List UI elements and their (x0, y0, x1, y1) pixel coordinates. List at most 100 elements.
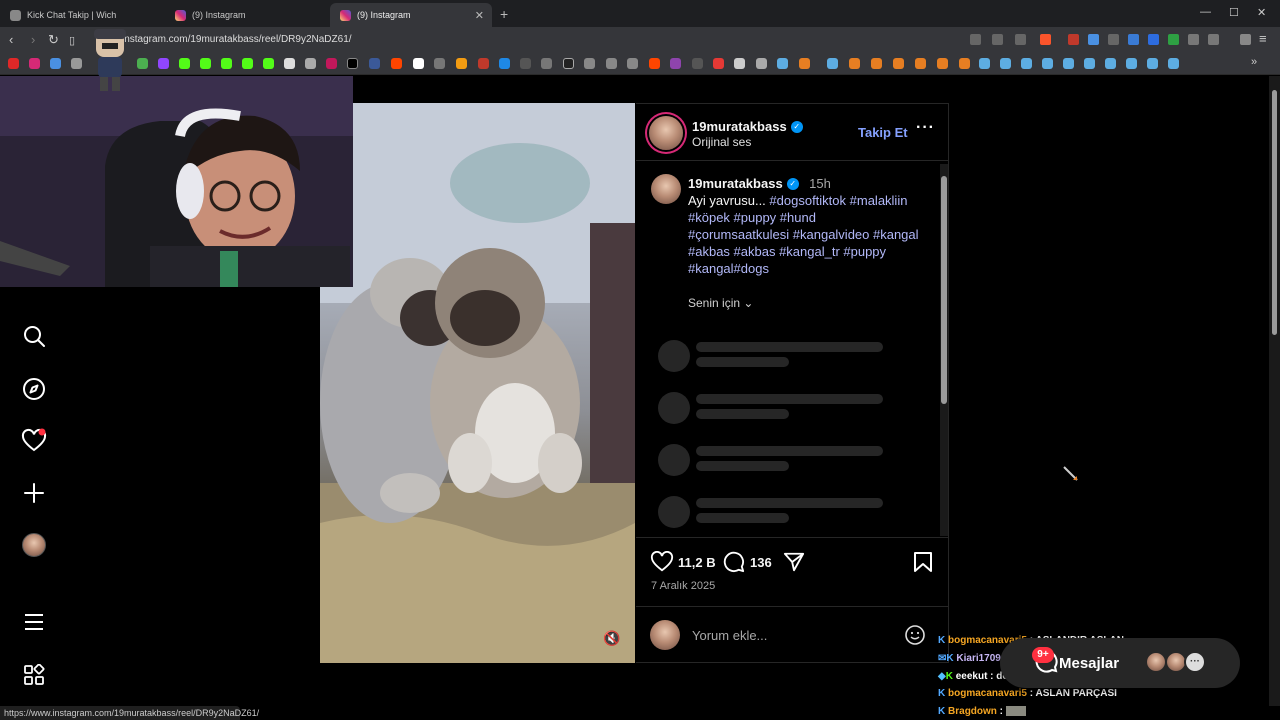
page-scrollbar-thumb[interactable] (1272, 90, 1277, 335)
comment-icon[interactable] (722, 551, 746, 578)
bookmark-icon[interactable] (937, 58, 948, 69)
bookmark-icon[interactable] (456, 58, 467, 69)
steam-bookmark-icon[interactable] (1105, 58, 1116, 69)
media-icon[interactable] (1240, 34, 1251, 45)
messages-button[interactable]: 9+ Mesajlar ··· (1000, 638, 1240, 688)
bookmark-icon[interactable] (649, 58, 660, 69)
author-avatar[interactable] (649, 116, 683, 150)
steam-bookmark-icon[interactable] (1042, 58, 1053, 69)
hashtag-link[interactable]: #çorumsaatkulesi #kangalvideo #kangal (688, 226, 938, 243)
tab-instagram-1[interactable]: (9) Instagram (165, 3, 330, 27)
bookmark-icon[interactable] (893, 58, 904, 69)
bookmark-icon[interactable] (369, 58, 380, 69)
bookmark-icon[interactable] (713, 58, 724, 69)
bookmark-icon[interactable] (959, 58, 970, 69)
extension-icon[interactable] (1168, 34, 1179, 45)
muted-speaker-icon[interactable]: 🔇 (603, 630, 620, 647)
bookmark-icon[interactable] (263, 58, 274, 69)
tab-kick-chat[interactable]: Kick Chat Takip | Wich (0, 3, 165, 27)
emoji-icon[interactable] (904, 624, 926, 651)
bookmark-icon[interactable] (849, 58, 860, 69)
steam-bookmark-icon[interactable] (1063, 58, 1074, 69)
back-icon[interactable]: ‹ (9, 32, 13, 47)
save-bookmark-icon[interactable] (913, 551, 933, 578)
comments-scrollbar-thumb[interactable] (941, 176, 947, 404)
kick-bookmark-icon[interactable] (179, 58, 190, 69)
search-icon[interactable] (20, 322, 48, 350)
create-plus-icon[interactable] (20, 479, 48, 507)
bookmark-icon[interactable] (71, 58, 82, 69)
bookmark-icon[interactable] (692, 58, 703, 69)
steam-bookmark-icon[interactable] (1168, 58, 1179, 69)
bookmark-icon[interactable] (305, 58, 316, 69)
extension-icon[interactable] (1088, 34, 1099, 45)
bookmark-icon[interactable] (799, 58, 810, 69)
follow-button[interactable]: Takip Et (858, 125, 908, 140)
explore-compass-icon[interactable] (20, 375, 48, 403)
share-icon[interactable] (1015, 34, 1026, 45)
bookmark-icon[interactable] (326, 58, 337, 69)
folder-icon[interactable] (756, 58, 767, 69)
forward-icon[interactable]: › (31, 32, 35, 47)
minimize-button[interactable]: — (1200, 6, 1211, 18)
audio-label[interactable]: Orijinal ses (692, 135, 751, 149)
bookmark-icon[interactable] (584, 58, 595, 69)
drive-bookmark-icon[interactable] (137, 58, 148, 69)
extension-icon[interactable] (1068, 34, 1079, 45)
caption-username[interactable]: 19muratakbass (688, 176, 783, 191)
bookmark-icon[interactable] (606, 58, 617, 69)
cast-icon[interactable] (970, 34, 981, 45)
like-count[interactable]: 11,2 B (678, 555, 716, 570)
kick-bookmark-icon[interactable] (200, 58, 211, 69)
close-tab-icon[interactable]: ✕ (475, 9, 484, 22)
comment-input[interactable]: Yorum ekle... (692, 628, 767, 643)
extension-icon[interactable] (1128, 34, 1139, 45)
steam-bookmark-icon[interactable] (777, 58, 788, 69)
extensions-puzzle-icon[interactable] (1188, 34, 1199, 45)
author-username[interactable]: 19muratakbass (692, 119, 787, 134)
bookmark-icon[interactable] (242, 58, 253, 69)
steam-bookmark-icon[interactable] (979, 58, 990, 69)
instagram-bookmark-icon[interactable] (29, 58, 40, 69)
bookmark-icon[interactable] (50, 58, 61, 69)
hashtag-link[interactable]: #kangal#dogs (688, 260, 938, 277)
caption-avatar[interactable] (651, 174, 681, 204)
bookmark-icon[interactable] (284, 58, 295, 69)
x-bookmark-icon[interactable] (347, 58, 358, 69)
sidebar-icon[interactable] (1208, 34, 1219, 45)
address-bar[interactable]: instagram.com/19muratakbass/reel/DR9y2Na… (122, 34, 352, 45)
steam-bookmark-icon[interactable] (1147, 58, 1158, 69)
tab-instagram-active[interactable]: (9) Instagram ✕ (330, 3, 492, 27)
also-from-meta-icon[interactable] (20, 661, 48, 689)
steam-bookmark-icon[interactable] (1126, 58, 1137, 69)
reload-icon[interactable]: ↻ (48, 32, 59, 48)
bookmark-icon[interactable] (413, 58, 424, 69)
bookmark-icon[interactable] (478, 58, 489, 69)
bookmark-icon[interactable] (915, 58, 926, 69)
for-you-toggle[interactable]: Senin için ⌄ (688, 296, 753, 310)
bookmark-icon[interactable] (670, 58, 681, 69)
steam-bookmark-icon[interactable] (1000, 58, 1011, 69)
bookmark-icon[interactable] (499, 58, 510, 69)
hashtag-link[interactable]: #akbas #akbas #kangal_tr #puppy (688, 243, 938, 260)
bookmark-icon[interactable] (734, 58, 745, 69)
twitch-bookmark-icon[interactable] (158, 58, 169, 69)
share-icon[interactable] (782, 551, 806, 578)
like-icon[interactable] (650, 550, 674, 578)
author-name-row[interactable]: 19muratakbass ✓ (692, 118, 803, 136)
new-tab-button[interactable]: + (500, 6, 508, 22)
notifications-heart-icon[interactable] (20, 427, 48, 455)
bookmark-icon[interactable] (434, 58, 445, 69)
brave-shield-icon[interactable] (1040, 34, 1051, 45)
extension-icon[interactable] (1148, 34, 1159, 45)
more-bookmarks-icon[interactable]: » (1251, 56, 1257, 68)
more-menu-icon[interactable] (20, 608, 48, 636)
reddit-bookmark-icon[interactable] (391, 58, 402, 69)
zoom-icon[interactable] (992, 34, 1003, 45)
bookmark-icon[interactable] (627, 58, 638, 69)
bookmark-icon[interactable]: ▯ (69, 34, 75, 47)
hashtag-link[interactable]: #köpek #puppy #hund (688, 209, 938, 226)
comment-count[interactable]: 136 (750, 555, 772, 570)
maximize-button[interactable]: ☐ (1229, 6, 1239, 19)
extension-icon[interactable] (1108, 34, 1119, 45)
